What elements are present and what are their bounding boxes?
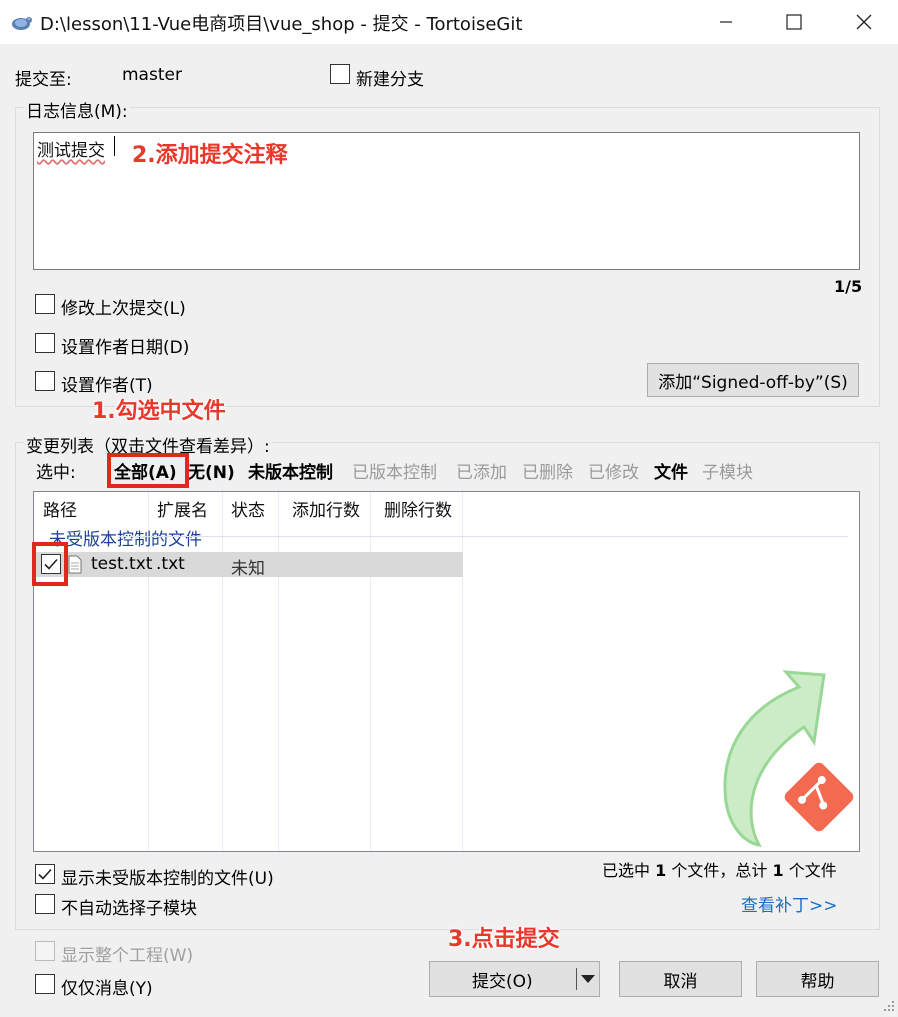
branch-name: master (122, 65, 182, 85)
message-only-checkbox[interactable] (35, 974, 55, 994)
column-divider (278, 492, 279, 851)
annotation-step1: 1.勾选中文件 (92, 399, 226, 424)
column-header-lines-deleted[interactable]: 删除行数 (370, 492, 462, 524)
summary-post: 个文件 (788, 861, 837, 880)
commit-button[interactable]: 提交(O) (429, 961, 600, 997)
commit-message-text: 测试提交 (37, 141, 105, 161)
annotation-step3: 3.点击提交 (448, 927, 560, 952)
summary-selected-count: 1 (655, 861, 667, 880)
log-message-group-title: 日志信息(M): (24, 97, 130, 122)
resize-grip-icon[interactable] (876, 997, 896, 1015)
summary-total-count: 1 (772, 861, 784, 880)
title-bar: D:\lesson\11-Vue电商项目\vue_shop - 提交 - Tor… (0, 0, 898, 44)
select-label: 选中: (36, 463, 76, 483)
set-author-date-checkbox[interactable] (35, 333, 55, 353)
window-title: D:\lesson\11-Vue电商项目\vue_shop - 提交 - Tor… (40, 14, 523, 35)
filter-files[interactable]: 文件 (654, 458, 688, 483)
file-path: test.txt (91, 554, 153, 574)
column-header-path[interactable]: 路径 (34, 492, 148, 524)
set-author-checkbox[interactable] (35, 371, 55, 391)
amend-checkbox[interactable] (35, 294, 55, 314)
tortoisegit-watermark-icon (674, 667, 859, 848)
column-header-status[interactable]: 状态 (222, 492, 278, 524)
file-extension: .txt (156, 554, 185, 574)
show-unversioned-label: 显示未受版本控制的文件(U) (61, 869, 274, 889)
no-auto-submodule-checkbox[interactable] (35, 894, 55, 914)
signed-off-by-button[interactable]: 添加“Signed-off-by”(S) (647, 363, 859, 397)
amend-label: 修改上次提交(L) (61, 299, 186, 319)
commit-to-label: 提交至: (15, 70, 72, 90)
annotation-step2: 2.添加提交注释 (132, 143, 288, 168)
view-patch-link[interactable]: 查看补丁>> (741, 891, 838, 916)
column-header-extension[interactable]: 扩展名 (148, 492, 222, 524)
highlight-box-file-checkbox (32, 542, 68, 586)
column-divider (370, 492, 371, 851)
dropdown-arrow-icon[interactable] (581, 975, 595, 983)
filter-deleted[interactable]: 已删除 (522, 458, 573, 483)
table-row[interactable]: test.txt .txt 未知 (35, 552, 463, 579)
summary-pre: 已选中 (602, 861, 651, 880)
maximize-button[interactable] (760, 0, 828, 44)
filter-submodules[interactable]: 子模块 (702, 458, 753, 483)
set-author-date-label: 设置作者日期(D) (61, 338, 190, 358)
file-list[interactable]: 路径 扩展名 状态 添加行数 删除行数 未受版本控制的文件 test.txt .… (33, 491, 860, 852)
filter-unversioned[interactable]: 未版本控制 (248, 458, 333, 483)
file-status: 未知 (231, 559, 265, 579)
show-whole-project-checkbox[interactable] (35, 941, 55, 961)
filter-added[interactable]: 已添加 (456, 458, 507, 483)
close-icon (856, 14, 872, 30)
highlight-box-select-all (107, 453, 189, 488)
help-button[interactable]: 帮助 (756, 961, 879, 997)
summary-mid: 个文件，总计 (671, 861, 768, 880)
split-divider (576, 968, 577, 990)
text-caret (114, 136, 115, 156)
no-auto-submodule-label: 不自动选择子模块 (61, 899, 197, 919)
minimize-icon (720, 21, 732, 23)
show-unversioned-checkbox[interactable] (35, 864, 55, 884)
commit-button-label: 提交(O) (472, 971, 533, 992)
group-header-line (118, 536, 848, 537)
message-only-label: 仅仅消息(Y) (61, 979, 153, 999)
close-button[interactable] (830, 0, 898, 44)
filter-modified[interactable]: 已修改 (588, 458, 639, 483)
minimize-button[interactable] (692, 0, 760, 44)
new-branch-label: 新建分支 (356, 70, 424, 90)
show-whole-project-label: 显示整个工程(W) (61, 946, 194, 966)
tortoise-icon (8, 9, 34, 35)
cancel-button[interactable]: 取消 (619, 961, 742, 997)
column-header-lines-added[interactable]: 添加行数 (278, 492, 370, 524)
selection-summary: 已选中 1 个文件，总计 1 个文件 (602, 857, 837, 881)
checkmark-icon (38, 868, 52, 880)
text-file-icon (68, 555, 82, 574)
maximize-icon (786, 14, 802, 30)
filter-versioned[interactable]: 已版本控制 (352, 458, 437, 483)
filter-none[interactable]: 无(N) (188, 458, 235, 483)
new-branch-checkbox[interactable] (330, 64, 350, 84)
column-divider (462, 492, 463, 851)
column-divider (222, 492, 223, 851)
group-header-unversioned: 未受版本控制的文件 (49, 530, 202, 550)
message-counter: 1/5 (834, 277, 863, 296)
